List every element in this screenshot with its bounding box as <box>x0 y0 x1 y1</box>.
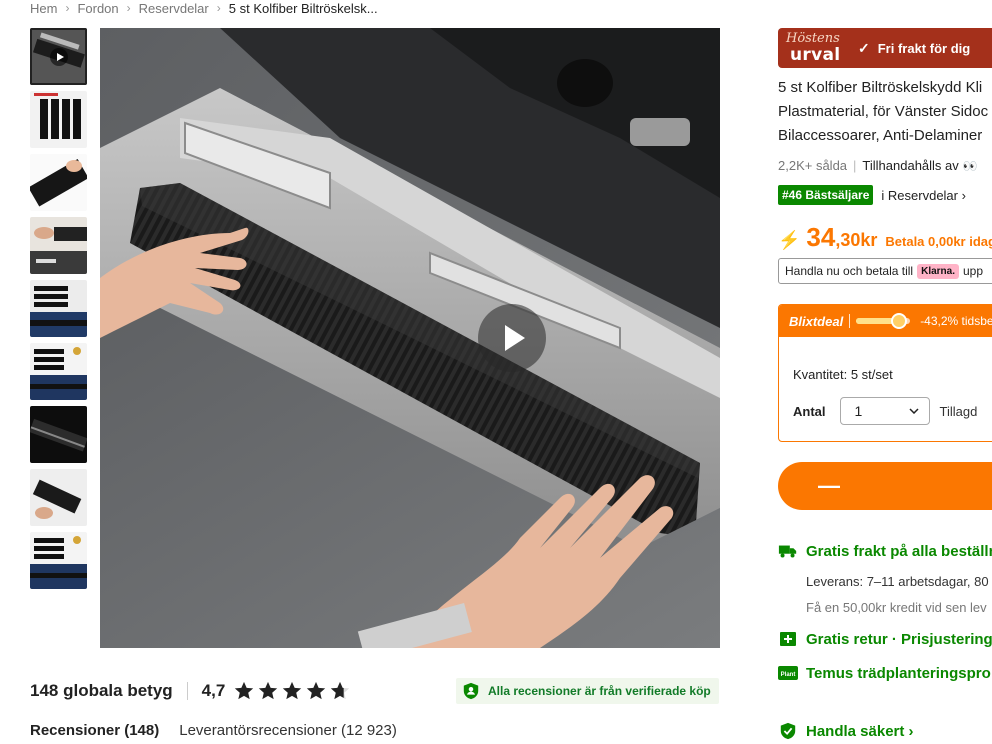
delivery-time: Leverans: 7–11 arbetsdagar, 80 <box>806 574 989 589</box>
bestseller-badge: #46 Bästsäljare <box>778 185 874 205</box>
breadcrumb-current: 5 st Kolfiber Biltröskelsk... <box>228 0 378 16</box>
thumbnail-image[interactable] <box>30 406 87 463</box>
svg-text:Plant: Plant <box>781 672 796 678</box>
check-icon: ✓ <box>858 39 870 56</box>
product-info-panel: Höstens urval ✓ Fri frakt för dig 5 st K… <box>778 28 992 744</box>
late-credit: Få en 50,00kr kredit vid sen lev <box>806 600 987 615</box>
added-text: Tillagd <box>939 403 978 419</box>
return-box-icon <box>780 632 796 646</box>
plant-icon: Plant <box>778 666 798 680</box>
shield-user-icon <box>463 682 479 700</box>
price-main: 34 <box>806 222 836 252</box>
flash-deal-label: Blixtdeal <box>789 313 844 329</box>
sales-meta: 2,2K+ sålda | Tillhandahålls av 👀 <box>778 158 978 173</box>
review-tabs: Recensioner (148) Leverantörsrecensioner… <box>30 722 397 739</box>
breadcrumb-vehicles[interactable]: Fordon <box>77 1 118 16</box>
ratings-count: 148 globala betyg <box>30 681 173 700</box>
amount-row: Antal 1 Tillagd <box>793 397 977 425</box>
price-row: ⚡ 34 ,30kr Betala 0,00kr idag <box>778 222 992 253</box>
thumbnail-image[interactable] <box>30 154 87 211</box>
car-sill-photo <box>100 28 720 648</box>
truck-icon <box>778 545 797 558</box>
flash-deal-header: Blixtdeal -43,2% tidsbe <box>779 305 992 337</box>
play-video-button[interactable] <box>478 304 546 372</box>
amount-select[interactable]: 1 <box>839 397 930 425</box>
rating-score: 4,7 <box>201 681 226 700</box>
divider <box>849 314 851 328</box>
provided-by[interactable]: Tillhandahålls av <box>862 158 958 173</box>
thumbnail-image[interactable] <box>30 343 87 400</box>
verified-reviews-badge: Alla recensioner är från verifierade köp <box>456 678 719 704</box>
klarna-info[interactable]: Handla nu och betala till Klarna. upp <box>778 258 992 284</box>
thumbnail-image[interactable] <box>30 280 87 337</box>
pay-today-text: Betala 0,00kr idag <box>885 234 992 249</box>
chevron-right-icon: › <box>126 1 131 15</box>
chevron-right-icon: › <box>65 1 70 15</box>
rating-stars <box>233 680 351 702</box>
thumbnail-image[interactable] <box>30 532 87 589</box>
lightning-icon: ⚡ <box>778 230 801 250</box>
reviews-summary: 148 globala betyg 4,7 Alla recensioner ä… <box>30 676 720 706</box>
bestseller-row[interactable]: #46 Bästsäljare i Reservdelar › <box>778 185 966 205</box>
thumbnail-video[interactable] <box>30 28 87 85</box>
chevron-right-icon: › <box>216 1 221 15</box>
promo-banner: Höstens urval ✓ Fri frakt för dig <box>778 28 992 68</box>
quantity-info: Kvantitet: 5 st/set <box>793 367 893 382</box>
thumbnail-image[interactable] <box>30 217 87 274</box>
play-icon <box>49 47 68 66</box>
minus-icon: — <box>818 473 840 498</box>
free-shipping-info[interactable]: Gratis frakt på alla beställn <box>778 542 992 560</box>
thumbnail-image[interactable] <box>30 91 87 148</box>
flash-deal-box: Blixtdeal -43,2% tidsbe Kvantitet: 5 st/… <box>778 304 992 442</box>
thumbnail-image[interactable] <box>30 469 87 526</box>
star-half-icon <box>331 681 350 700</box>
tree-planting-info[interactable]: Plant Temus trädplanteringspro <box>778 664 991 682</box>
chevron-down-icon <box>908 408 919 414</box>
amount-label: Antal <box>793 403 826 419</box>
star-icon <box>235 681 254 700</box>
product-title: 5 st Kolfiber Biltröskelskydd Kli Plastm… <box>778 79 989 144</box>
shield-check-icon <box>780 722 796 740</box>
add-to-cart-button[interactable]: — <box>778 462 992 510</box>
product-main-image[interactable] <box>100 28 720 648</box>
divider <box>186 682 188 700</box>
eyes-icon: 👀 <box>962 158 978 173</box>
clock-icon <box>891 313 908 329</box>
price-decimal: ,30kr <box>835 230 878 250</box>
klarna-logo: Klarna. <box>917 263 959 279</box>
breadcrumb: Hem › Fordon › Reservdelar › 5 st Kolfib… <box>30 0 378 16</box>
free-returns-info[interactable]: Gratis retur · Prisjustering <box>778 630 992 648</box>
discount-text: -43,2% tidsbe <box>920 314 992 328</box>
bestseller-category-link[interactable]: i Reservdelar › <box>881 188 966 203</box>
tab-supplier-reviews[interactable]: Leverantörsrecensioner (12 923) <box>179 722 397 739</box>
star-icon <box>259 681 278 700</box>
sold-count: 2,2K+ sålda <box>778 158 848 173</box>
breadcrumb-home[interactable]: Hem <box>30 1 57 16</box>
breadcrumb-parts[interactable]: Reservdelar <box>139 1 209 16</box>
thumbnail-list <box>30 28 88 595</box>
free-shipping-label: ✓ Fri frakt för dig <box>858 39 971 56</box>
divider: | <box>853 158 857 173</box>
autumn-selection-logo: Höstens urval <box>786 31 841 65</box>
verified-text: Alla recensioner är från verifierade köp <box>488 684 711 698</box>
tab-reviews[interactable]: Recensioner (148) <box>30 722 159 739</box>
star-icon <box>307 681 326 700</box>
star-icon <box>283 681 302 700</box>
shop-safely-link[interactable]: Handla säkert › <box>778 722 914 740</box>
deal-progress-bar <box>856 313 911 329</box>
